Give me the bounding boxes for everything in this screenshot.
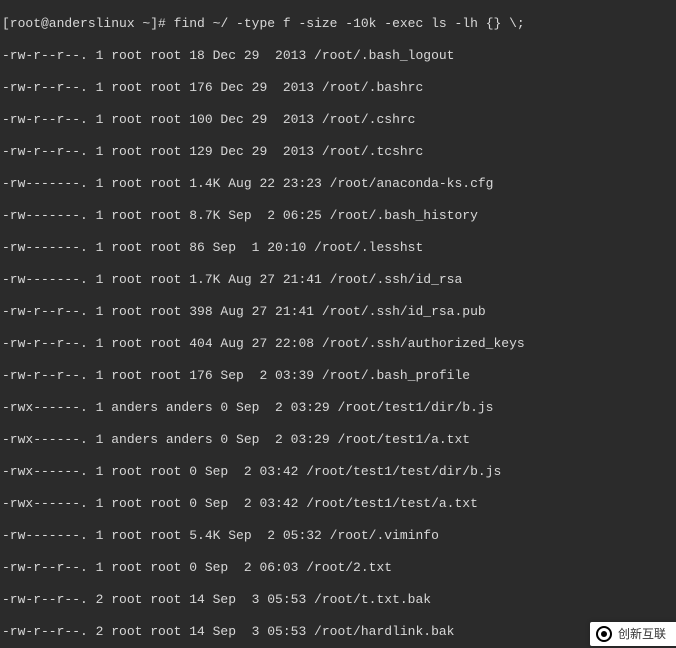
prompt-line-1: [root@anderslinux ~]# find ~/ -type f -s… [2,16,674,32]
ls-output-line: -rw-r--r--. 2 root root 14 Sep 3 05:53 /… [2,592,674,608]
ls-output-line: -rw-r--r--. 1 root root 176 Sep 2 03:39 … [2,368,674,384]
ls-output-line: -rw-------. 1 root root 1.7K Aug 27 21:4… [2,272,674,288]
watermark-badge: 创新互联 [590,622,676,646]
ls-output-line: -rw-r--r--. 1 root root 129 Dec 29 2013 … [2,144,674,160]
ls-output-line: -rw-r--r--. 1 root root 0 Sep 2 06:03 /r… [2,560,674,576]
ls-output-line: -rw-r--r--. 1 root root 398 Aug 27 21:41… [2,304,674,320]
ls-output-line: -rw-r--r--. 1 root root 18 Dec 29 2013 /… [2,48,674,64]
shell-command: find ~/ -type f -size -10k -exec ls -lh … [174,16,525,31]
ls-output-line: -rw-r--r--. 1 root root 100 Dec 29 2013 … [2,112,674,128]
ls-output-line: -rwx------. 1 anders anders 0 Sep 2 03:2… [2,432,674,448]
ls-output-line: -rw-------. 1 root root 8.7K Sep 2 06:25… [2,208,674,224]
ls-output-line: -rw-r--r--. 2 root root 14 Sep 3 05:53 /… [2,624,674,640]
ls-output-line: -rw-r--r--. 1 root root 404 Aug 27 22:08… [2,336,674,352]
ls-output-line: -rw-------. 1 root root 1.4K Aug 22 23:2… [2,176,674,192]
ls-output-line: -rwx------. 1 root root 0 Sep 2 03:42 /r… [2,464,674,480]
shell-prompt: [root@anderslinux ~]# [2,16,174,31]
ls-output-line: -rwx------. 1 root root 0 Sep 2 03:42 /r… [2,496,674,512]
ls-output-line: -rw-------. 1 root root 86 Sep 1 20:10 /… [2,240,674,256]
ls-output-line: -rw-r--r--. 1 root root 176 Dec 29 2013 … [2,80,674,96]
ls-output-line: -rw-------. 1 root root 5.4K Sep 2 05:32… [2,528,674,544]
watermark-text: 创新互联 [618,627,666,641]
ls-output-line: -rwx------. 1 anders anders 0 Sep 2 03:2… [2,400,674,416]
watermark-logo-icon [596,626,612,642]
terminal-output[interactable]: [root@anderslinux ~]# find ~/ -type f -s… [0,0,676,648]
